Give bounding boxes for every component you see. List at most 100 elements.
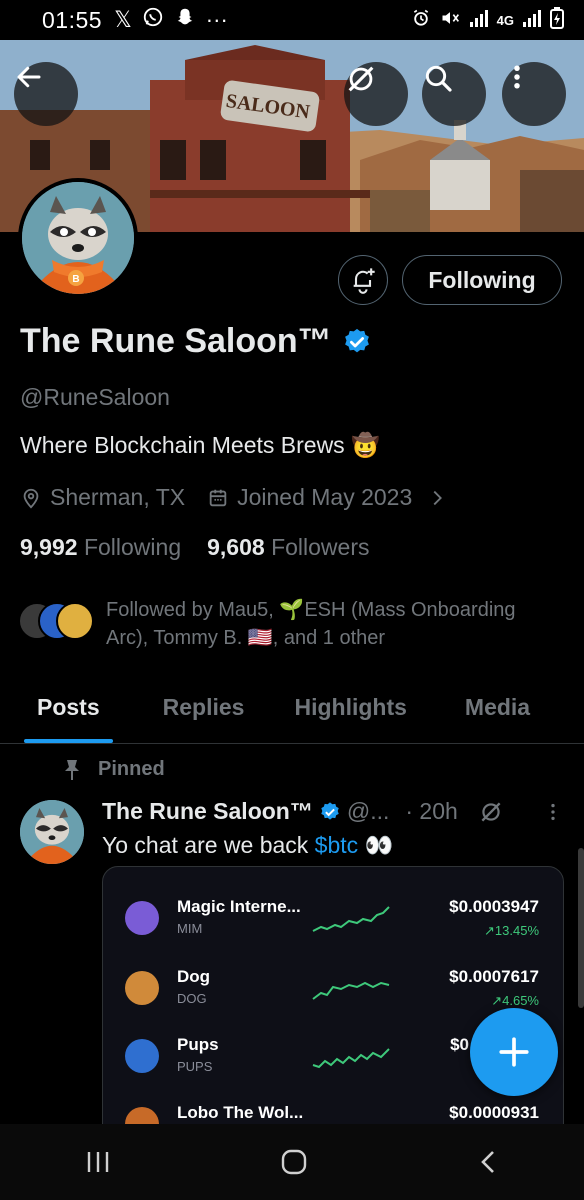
chevron-right-icon[interactable]: [426, 487, 448, 509]
token-name: Magic Interne...: [177, 897, 301, 916]
x-logo-icon: 𝕏: [114, 7, 132, 32]
post-author-avatar[interactable]: [20, 800, 84, 864]
following-button[interactable]: Following: [402, 255, 562, 305]
grok-icon[interactable]: [478, 799, 504, 825]
token-price: $0.0000931: [449, 1103, 539, 1122]
battery-icon: [550, 6, 564, 34]
post-author-name[interactable]: The Rune Saloon™: [102, 798, 313, 825]
cowboy-emoji-icon: 🤠: [351, 432, 380, 458]
whatsapp-icon: [142, 6, 164, 34]
followers-count: 9,608: [207, 534, 265, 560]
display-name-text: The Rune Saloon™: [20, 322, 332, 360]
snapchat-icon: [174, 6, 196, 34]
bell-plus-icon: [353, 268, 375, 294]
search-icon: [425, 65, 452, 92]
raccoon-avatar-image: B: [22, 182, 134, 294]
active-tab-indicator: [24, 739, 113, 743]
android-nav-bar: [0, 1124, 584, 1200]
avatar: [56, 602, 94, 640]
signal-icon: [522, 9, 542, 32]
sparkline: [312, 1048, 390, 1069]
profile-tabs: Posts Replies Highlights Media: [0, 680, 584, 744]
notification-icons: 𝕏 ···: [114, 6, 228, 34]
more-options-button[interactable]: [502, 62, 566, 126]
status-time: 01:55: [42, 6, 103, 33]
following-stat[interactable]: 9,992 Following: [20, 534, 181, 561]
tab-highlights[interactable]: Highlights: [294, 680, 406, 743]
followed-by-text: Followed by Mau5, 🌱ESH (Mass Onboarding …: [106, 599, 516, 649]
tab-label: Media: [464, 694, 531, 720]
tab-replies[interactable]: Replies: [163, 680, 245, 743]
token-name: Dog: [177, 967, 211, 986]
grok-button[interactable]: [344, 62, 408, 126]
token-name: Pups: [177, 1035, 219, 1054]
token-icon: [125, 901, 159, 935]
pin-icon: [65, 759, 79, 780]
post-text-after: 👀: [358, 832, 394, 858]
followers-stat[interactable]: 9,608 Followers: [207, 534, 369, 561]
status-bar: 01:55 𝕏 ··· 4G: [0, 0, 584, 40]
token-price: $0.0007617: [449, 967, 539, 986]
home-icon[interactable]: [279, 1147, 309, 1177]
following-label: Following: [83, 534, 182, 560]
tab-label: Highlights: [294, 694, 407, 720]
sparkline: [312, 981, 390, 1000]
list-item: Magic Interne... MIM $0.0003947 ↗13.45%: [103, 887, 563, 951]
followed-by-avatars: [18, 602, 96, 646]
back-nav-icon[interactable]: [475, 1147, 501, 1177]
scrollbar[interactable]: [578, 848, 584, 1008]
profile-avatar[interactable]: B: [18, 178, 138, 298]
back-button[interactable]: [14, 62, 78, 126]
recent-apps-icon[interactable]: [83, 1149, 113, 1175]
arrow-left-icon: [17, 66, 41, 88]
raccoon-avatar-image: [20, 800, 84, 864]
avatar: B: [22, 182, 134, 294]
post-author-handle: @...: [346, 798, 390, 824]
mute-icon: [439, 8, 461, 33]
profile-bio: Where Blockchain Meets Brews 🤠: [20, 432, 380, 459]
compose-post-button[interactable]: [470, 1008, 558, 1096]
alarm-icon: [411, 8, 431, 33]
token-ticker: MIM: [177, 921, 203, 936]
token-change: ↗13.45%: [484, 923, 539, 938]
post-text: Yo chat are we back $btc 👀: [102, 832, 393, 859]
followed-by[interactable]: Followed by Mau5, 🌱ESH (Mass Onboarding …: [18, 596, 556, 652]
token-name: Lobo The Wol...: [177, 1103, 304, 1122]
verified-badge-icon: [321, 801, 339, 820]
tab-posts[interactable]: Posts: [24, 680, 113, 743]
profile-handle: @RuneSaloon: [20, 384, 170, 410]
cashtag-link[interactable]: $btc: [315, 832, 358, 858]
grok-icon: [348, 66, 374, 92]
tab-label: Replies: [162, 694, 245, 720]
profile-display-name: The Rune Saloon™: [20, 322, 372, 361]
token-icon: [125, 1039, 159, 1073]
pinned-label: Pinned: [98, 758, 165, 780]
post-text-before: Yo chat are we back: [102, 832, 315, 858]
verified-badge-icon: [344, 328, 369, 352]
token-price: $0.0003947: [449, 897, 539, 916]
followers-label: Followers: [271, 534, 370, 560]
joined-text: Joined May 2023: [237, 484, 413, 510]
tab-media[interactable]: Media: [465, 680, 530, 743]
plus-icon: [499, 1037, 529, 1067]
signal-icon: [469, 9, 489, 32]
token-ticker: PUPS: [177, 1059, 213, 1074]
post-header: The Rune Saloon™ @... · 20h: [102, 798, 564, 825]
network-type: 4G: [496, 12, 514, 28]
pinned-indicator: Pinned: [62, 758, 165, 781]
list-item: Lobo The Wol... $0.0000931: [103, 1093, 563, 1125]
more-dots-icon: ···: [205, 7, 228, 32]
system-icons: 4G: [411, 6, 564, 34]
token-icon: [125, 971, 159, 1005]
profile-meta: Sherman, TX Joined May 2023: [20, 484, 448, 511]
following-count: 9,992: [20, 534, 78, 560]
more-vertical-icon[interactable]: [542, 801, 564, 823]
token-change: ↗4.65%: [491, 993, 539, 1008]
notification-bell-button[interactable]: [338, 255, 388, 305]
search-button[interactable]: [422, 62, 486, 126]
post-time: · 20h: [405, 798, 458, 824]
sparkline: [312, 906, 390, 932]
avatar-badge-text: B: [72, 274, 79, 285]
location-pin-icon: [23, 488, 39, 508]
calendar-icon: [209, 489, 227, 506]
